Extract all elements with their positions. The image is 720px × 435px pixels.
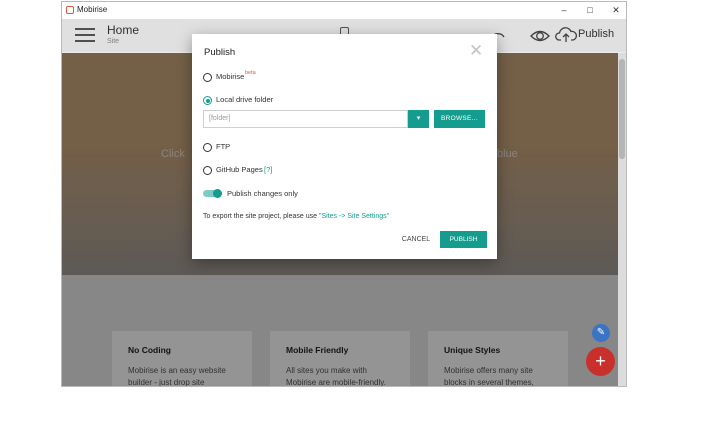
dialog-title: Publish bbox=[204, 47, 236, 58]
publish-changes-toggle[interactable] bbox=[203, 189, 222, 198]
maximize-button[interactable]: □ bbox=[576, 3, 604, 18]
option-ftp[interactable]: FTP bbox=[203, 141, 353, 153]
radio-local-drive[interactable] bbox=[203, 96, 212, 105]
github-help-link[interactable]: [?] bbox=[264, 165, 272, 174]
radio-mobirise[interactable] bbox=[203, 73, 212, 82]
scrollbar-thumb[interactable] bbox=[619, 59, 625, 159]
publish-button[interactable]: PUBLISH bbox=[440, 231, 487, 248]
add-block-fab-button[interactable]: + bbox=[586, 347, 615, 376]
publish-changes-label: Publish changes only bbox=[227, 189, 298, 198]
vertical-scrollbar[interactable] bbox=[618, 53, 626, 386]
export-note: To export the site project, please use "… bbox=[203, 213, 389, 220]
option-mobirise[interactable]: Mobirise beta bbox=[203, 70, 353, 83]
folder-path-input[interactable]: [folder] bbox=[203, 110, 408, 128]
radio-github-pages[interactable] bbox=[203, 166, 212, 175]
cancel-button[interactable]: CANCEL bbox=[392, 231, 440, 248]
browse-button[interactable]: BROWSE... bbox=[434, 110, 485, 128]
option-label: FTP bbox=[216, 142, 231, 151]
minimize-button[interactable]: – bbox=[550, 3, 578, 18]
toggle-knob bbox=[213, 189, 222, 198]
option-local-drive[interactable]: Local drive folder bbox=[203, 94, 353, 106]
window-title: Mobirise bbox=[77, 5, 108, 14]
title-bar: Mobirise – □ ✕ bbox=[62, 2, 626, 20]
option-label: GitHub Pages bbox=[216, 165, 263, 174]
export-note-text: To export the site project, please use bbox=[203, 213, 319, 220]
option-github-pages[interactable]: GitHub Pages [?] bbox=[203, 164, 353, 176]
folder-dropdown-button[interactable]: ▾ bbox=[408, 110, 429, 128]
edit-fab-button[interactable]: ✎ bbox=[592, 324, 610, 342]
site-settings-link[interactable]: "Sites -> Site Settings" bbox=[319, 213, 389, 220]
publish-dialog: Publish ✕ Mobirise beta Local drive fold… bbox=[192, 34, 497, 259]
option-label: Local drive folder bbox=[216, 95, 274, 104]
option-label: Mobirise bbox=[216, 72, 245, 81]
radio-ftp[interactable] bbox=[203, 143, 212, 152]
close-window-button[interactable]: ✕ bbox=[602, 3, 626, 18]
beta-badge: beta bbox=[245, 70, 256, 76]
mobirise-logo-icon bbox=[66, 6, 74, 14]
close-icon[interactable]: ✕ bbox=[469, 42, 483, 59]
